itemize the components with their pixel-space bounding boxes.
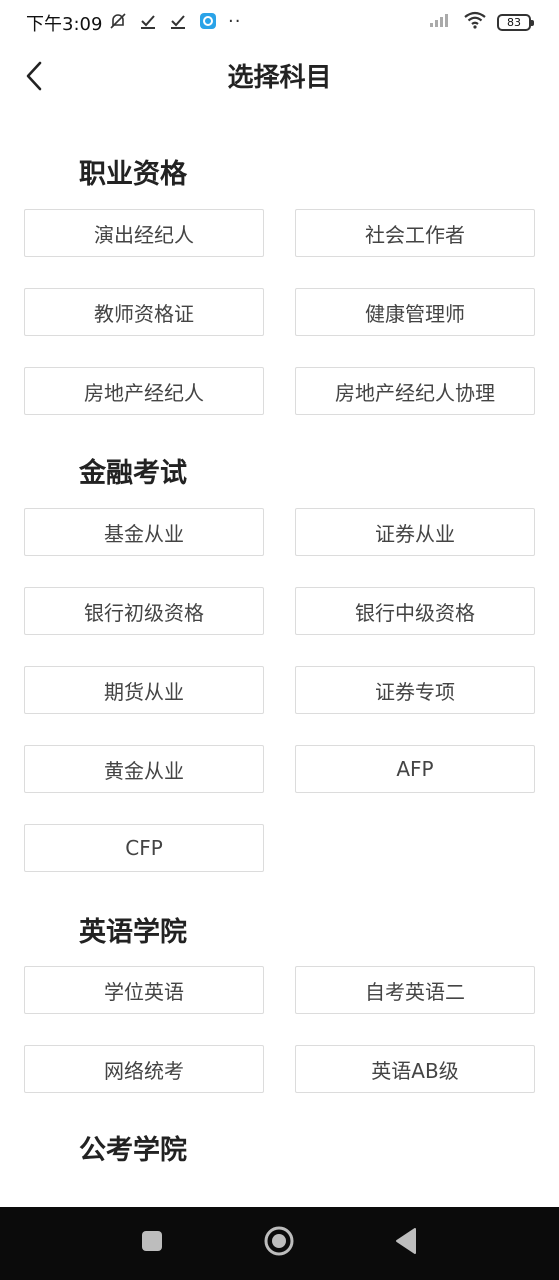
recent-apps-button[interactable] (136, 1227, 168, 1259)
status-time: 下午3:09 (26, 14, 103, 35)
status-notification-icons: ·· (108, 9, 241, 33)
signal-icon (429, 12, 453, 32)
download-done-icon (168, 11, 188, 31)
screen: 下午3:09 ·· 83 选择科目 职业资格 演出经纪人 社会工作者 教师资格证… (0, 0, 559, 1280)
subject-chip[interactable]: 自考英语二 (295, 966, 535, 1014)
home-circle-icon (263, 1225, 295, 1261)
system-nav-bar (0, 1207, 559, 1280)
mute-bell-icon (108, 11, 128, 31)
subject-chip[interactable]: 健康管理师 (295, 288, 535, 336)
subject-chip[interactable]: 房地产经纪人协理 (295, 367, 535, 415)
subject-chip[interactable]: 银行中级资格 (295, 587, 535, 635)
subject-chip[interactable]: 基金从业 (24, 508, 264, 556)
square-icon (140, 1229, 164, 1257)
section-title-civil-service: 公考学院 (79, 1135, 187, 1166)
status-system-icons: 83 (429, 11, 534, 33)
battery-icon: 83 (497, 13, 534, 31)
subject-chip[interactable]: 网络统考 (24, 1045, 264, 1093)
section-title-finance: 金融考试 (79, 458, 187, 489)
home-button[interactable] (263, 1225, 295, 1261)
page-title: 选择科目 (227, 63, 332, 93)
back-nav-button[interactable] (390, 1227, 422, 1259)
subject-chip[interactable]: AFP (295, 745, 535, 793)
subject-chip[interactable]: 房地产经纪人 (24, 367, 264, 415)
more-notifications-dots: ·· (228, 10, 242, 32)
download-done-icon (138, 11, 158, 31)
subject-chip[interactable]: 期货从业 (24, 666, 264, 714)
subject-chip[interactable]: 学位英语 (24, 966, 264, 1014)
back-triangle-icon (393, 1227, 419, 1259)
status-bar: 下午3:09 ·· 83 (0, 0, 559, 42)
subject-chip[interactable]: 证券专项 (295, 666, 535, 714)
subject-chip[interactable]: CFP (24, 824, 264, 872)
subject-chip[interactable]: 英语AB级 (295, 1045, 535, 1093)
subject-chip[interactable]: 演出经纪人 (24, 209, 264, 257)
section-title-english: 英语学院 (79, 917, 187, 948)
subject-chip[interactable]: 黄金从业 (24, 745, 264, 793)
section-title-vocational: 职业资格 (79, 159, 187, 190)
app-header: 选择科目 (0, 42, 559, 114)
subject-chip[interactable]: 证券从业 (295, 508, 535, 556)
wifi-icon (463, 11, 487, 33)
app-notification-icon (198, 11, 218, 31)
subject-chip[interactable]: 教师资格证 (24, 288, 264, 336)
subject-chip[interactable]: 银行初级资格 (24, 587, 264, 635)
subject-chip[interactable]: 社会工作者 (295, 209, 535, 257)
